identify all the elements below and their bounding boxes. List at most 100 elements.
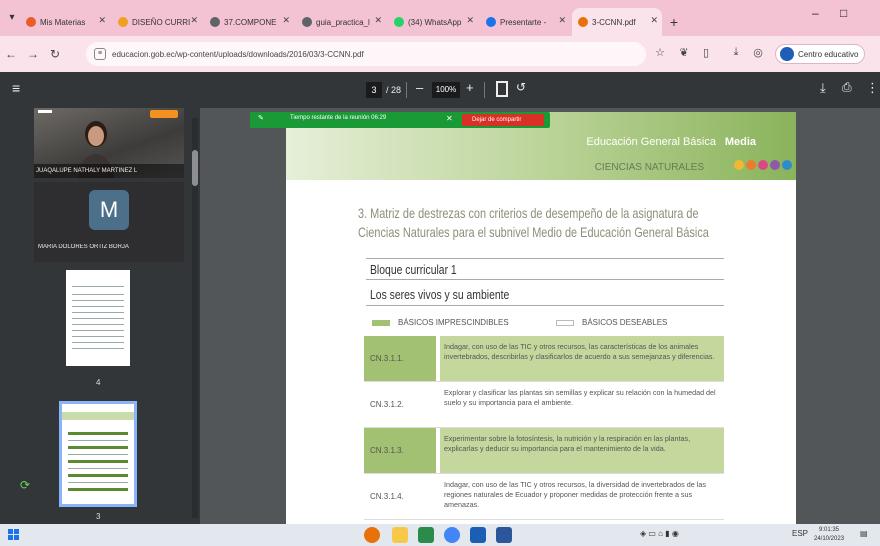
menu-icon[interactable]: ≡ <box>12 80 20 96</box>
table-row: CN.3.1.2. Explorar y clasificar las plan… <box>364 382 724 428</box>
tab-label: (34) WhatsApp <box>408 17 462 27</box>
divider <box>484 82 485 98</box>
thumbnail-page-number: 3 <box>96 512 101 521</box>
browser-tab[interactable]: 37.COMPONE ✕ <box>204 8 294 36</box>
legend-swatch-desirable <box>556 320 574 326</box>
thumbnail-sidebar: JUAQALUPE NATHALY MARTINEZ L M MARIA DOL… <box>0 108 200 524</box>
tab-label: Presentarte - <box>500 17 547 27</box>
skill-code: CN.3.1.3. <box>364 428 436 473</box>
header-subject: CIENCIAS NATURALES <box>594 162 704 173</box>
new-tab-button[interactable]: + <box>664 8 684 36</box>
zoom-in-icon[interactable]: + <box>466 80 474 95</box>
rotate-icon[interactable]: ↺ <box>516 80 526 94</box>
refresh-icon[interactable]: ⟳ <box>20 478 30 492</box>
pen-icon[interactable]: ✎ <box>258 114 264 122</box>
browser-tab[interactable]: Mis Materias ✕ <box>20 8 110 36</box>
mic-indicator <box>38 110 52 113</box>
table-row: CN.3.1.4. Indagar, con uso de las TIC y … <box>364 474 724 520</box>
clock-time: 9:01:35 <box>818 527 840 533</box>
clock-date: 24/10/2023 <box>814 536 845 542</box>
zoom-input[interactable]: 100% <box>432 82 460 98</box>
browser-tab[interactable]: guia_practica_l ✕ <box>296 8 386 36</box>
tray-icons[interactable]: ◈ ▭ ⌂ ▮ ◉ <box>640 529 679 538</box>
skill-description: Indagar, con uso de las TIC y otros recu… <box>444 480 706 509</box>
tab-favicon-icon <box>578 17 588 27</box>
tab-close-icon[interactable]: ✕ <box>558 15 566 26</box>
tab-close-icon[interactable]: ✕ <box>282 15 290 26</box>
minimize-button[interactable]: – <box>812 6 819 20</box>
taskbar-app-icon[interactable] <box>470 527 486 543</box>
notification-icon[interactable]: ▤ <box>860 529 868 538</box>
skill-description: Experimentar sobre la fotosíntesis, la n… <box>440 428 724 473</box>
zoom-out-icon[interactable]: – <box>416 80 423 95</box>
meet-sharing-banner: ✎ Tiempo restante de la reunión 06:29 ✕ … <box>250 112 550 128</box>
sidebar-scrollbar[interactable] <box>192 118 198 518</box>
scrollbar-thumb[interactable] <box>192 150 198 186</box>
legend-swatch-basic <box>372 320 390 326</box>
address-text: educacion.gob.ec/wp-content/uploads/down… <box>112 49 364 59</box>
language-indicator[interactable]: ESP <box>792 529 808 538</box>
video-tile-participant-a[interactable]: JUAQALUPE NATHALY MARTINEZ L <box>34 108 184 178</box>
reload-icon[interactable]: ↻ <box>44 47 66 61</box>
page-thumbnail-selected[interactable] <box>59 401 137 507</box>
video-tile-participant-b[interactable]: M MARIA DOLORES ORTIZ BORJA <box>34 182 184 262</box>
forward-arrow-icon[interactable]: → <box>22 47 44 61</box>
page-number-input[interactable]: 3 <box>366 82 382 98</box>
download-icon[interactable]: ⤓ <box>728 46 744 62</box>
tab-label: DISEÑO CURRI <box>132 17 191 27</box>
tab-close-icon[interactable]: ✕ <box>466 15 474 26</box>
tab-strip: ▾ Mis Materias ✕ DISEÑO CURRI ✕ 37.COMPONE… <box>0 0 880 36</box>
windows-start-icon[interactable] <box>8 529 20 541</box>
participant-name: MARIA DOLORES ORTIZ BORJA <box>38 244 129 250</box>
taskbar-explorer-icon[interactable] <box>392 527 408 543</box>
taskbar-app-icon[interactable] <box>418 527 434 543</box>
tab-search-chevron-icon[interactable]: ▾ <box>4 8 20 28</box>
back-arrow-icon[interactable]: ← <box>0 47 22 61</box>
site-info-icon[interactable]: ≡ <box>94 48 106 60</box>
skills-table: CN.3.1.1. Indagar, con uso de las TIC y … <box>364 336 724 520</box>
browser-tab[interactable]: Presentarte - ✕ <box>480 8 570 36</box>
speaking-badge <box>150 110 178 118</box>
bookmark-star-icon[interactable]: ☆ <box>652 46 668 62</box>
tab-close-icon[interactable]: ✕ <box>650 15 658 26</box>
header-level: Educación General Básica <box>586 136 716 148</box>
close-banner-icon[interactable]: ✕ <box>446 114 453 123</box>
print-icon[interactable]: ⎙ <box>842 80 852 95</box>
address-bar[interactable]: ≡ educacion.gob.ec/wp-content/uploads/do… <box>86 42 646 66</box>
tab-favicon-icon <box>394 17 404 27</box>
taskbar-chrome-icon[interactable] <box>444 527 460 543</box>
header-color-dots <box>734 160 792 170</box>
tab-favicon-icon <box>26 17 36 27</box>
tab-label: 3-CCNN.pdf <box>592 17 636 27</box>
page-thumbnail[interactable] <box>66 270 130 366</box>
tab-close-icon[interactable]: ✕ <box>190 15 198 26</box>
table-row: CN.3.1.3. Experimentar sobre la fotosínt… <box>364 428 724 474</box>
extension-icon[interactable]: ❦ <box>676 46 692 62</box>
download-pdf-icon[interactable]: ⤓ <box>820 80 826 96</box>
taskbar-app-icon[interactable] <box>364 527 380 543</box>
stop-sharing-button[interactable]: Dejar de compartir <box>462 114 544 126</box>
skill-description: Indagar, con uso de las TIC y otros recu… <box>440 336 724 381</box>
block-subtitle: Los seres vivos y su ambiente <box>366 284 724 306</box>
tab-close-icon[interactable]: ✕ <box>98 15 106 26</box>
tab-close-icon[interactable]: ✕ <box>374 15 382 26</box>
pdf-page: Educación General Básica Media CIENCIAS … <box>286 112 796 524</box>
table-row: CN.3.1.1. Indagar, con uso de las TIC y … <box>364 336 724 382</box>
tab-favicon-icon <box>302 17 312 27</box>
lens-icon[interactable]: ◎ <box>750 46 766 62</box>
skill-description: Explorar y clasificar las plantas sin se… <box>444 388 716 407</box>
divider <box>406 82 407 98</box>
more-options-icon[interactable]: ⋮ <box>866 80 879 96</box>
maximize-button[interactable]: □ <box>840 6 847 20</box>
browser-tab[interactable]: (34) WhatsApp ✕ <box>388 8 478 36</box>
thumbnail-page-number: 4 <box>96 378 101 387</box>
profile-button[interactable]: Centro educativo <box>775 44 865 64</box>
system-clock[interactable]: 9:01:35 24/10/2023 <box>814 526 844 544</box>
tab-label: guia_practica_l <box>316 17 370 27</box>
tab-label: 37.COMPONE <box>224 17 277 27</box>
taskbar-word-icon[interactable] <box>496 527 512 543</box>
fit-page-icon[interactable] <box>496 81 508 97</box>
browser-tab[interactable]: DISEÑO CURRI ✕ <box>112 8 202 36</box>
reading-mode-icon[interactable]: ▯ <box>698 46 714 62</box>
browser-tab-active[interactable]: 3-CCNN.pdf ✕ <box>572 8 662 36</box>
